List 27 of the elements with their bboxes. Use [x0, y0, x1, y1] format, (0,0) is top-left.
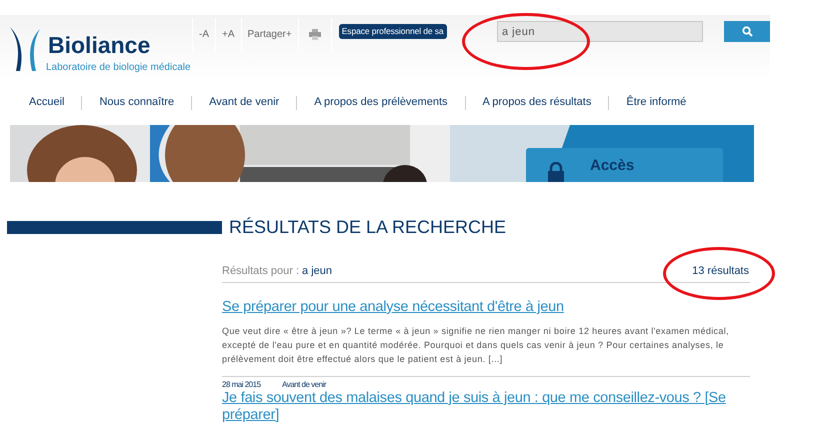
results-count: 13 résultats: [692, 264, 749, 280]
print-icon[interactable]: [308, 29, 321, 40]
results-label: Résultats pour :: [222, 264, 300, 280]
search-icon: [742, 26, 752, 37]
result-category: Avant de venir: [282, 380, 326, 390]
logo-name: Bioliance: [48, 33, 152, 57]
page-heading: RÉSULTATS DE LA RECHERCHE: [229, 217, 506, 237]
nav-link[interactable]: A propos des prélèvements: [297, 94, 465, 111]
toolbar-button[interactable]: +A: [215, 18, 241, 51]
nav-link[interactable]: Accueil: [12, 94, 82, 111]
nav-link[interactable]: Nous connaître: [82, 94, 192, 111]
search-button[interactable]: [724, 21, 770, 42]
logo-tagline: Laboratoire de biologie médicale: [46, 62, 191, 74]
result-link[interactable]: Se préparer pour une analyse nécessitant d'être à jeun: [222, 299, 750, 316]
search-query: a jeun: [302, 264, 332, 280]
search-field[interactable]: a jeun: [497, 21, 703, 42]
result-date: 28 mai 2015: [222, 380, 262, 390]
toolbar-button[interactable]: -A: [192, 18, 215, 51]
nav-link[interactable]: Être informé: [609, 94, 704, 111]
result-excerpt: Que veut dire « être à jeun »? Le terme « à jeun » signifie ne rien manger ni boire 12 heures avant l'examen médical, excepté de l'eau pure et en quantité modérée. Pourquoi et dans quels cas venir à jeun ? Pour certaines analyses, le prélèvement doit être effectué alors que le patient est à jeun. [...]: [222, 325, 730, 366]
nav-link[interactable]: Avant de venir: [192, 94, 296, 111]
professional-space-button[interactable]: Espace professionnel de sa: [338, 24, 447, 39]
toolbar-button[interactable]: Partager+: [240, 18, 298, 51]
lock-icon: [548, 162, 564, 182]
card-title: Accès: [590, 158, 634, 173]
nav-link[interactable]: A propos des résultats: [466, 94, 608, 111]
result-link[interactable]: Je fais souvent des malaises quand je suis à jeun : que me conseillez-vous ? [Se préparer]: [222, 390, 750, 424]
